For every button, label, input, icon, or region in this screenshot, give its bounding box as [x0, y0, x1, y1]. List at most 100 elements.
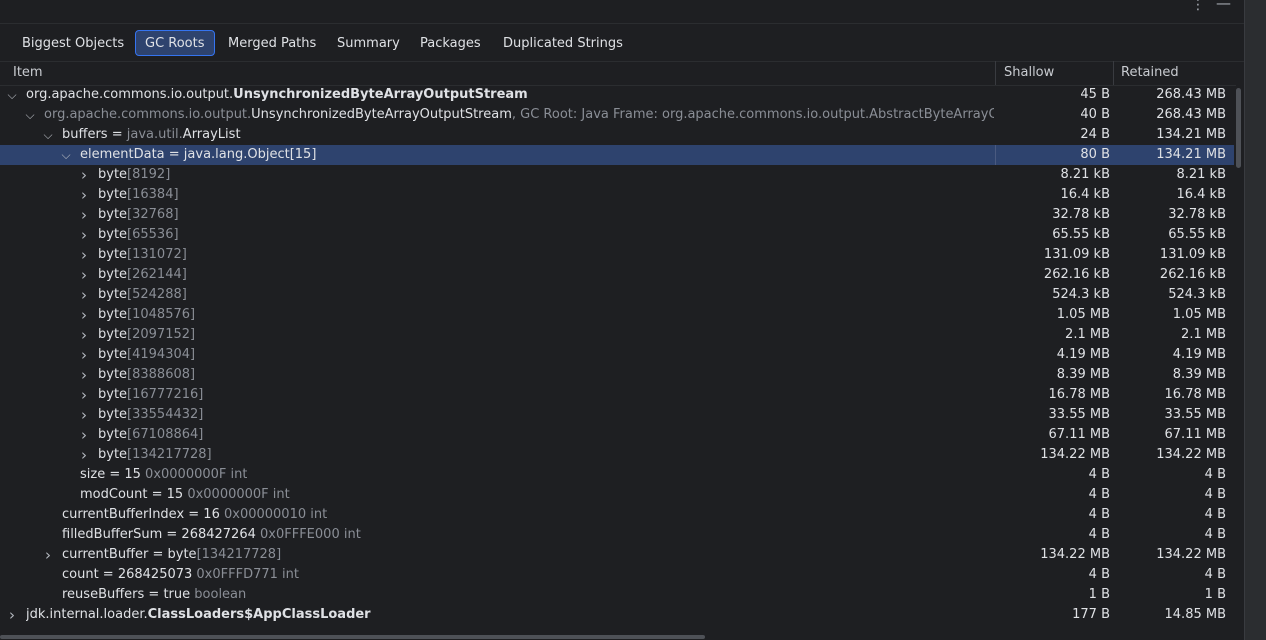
tab-duplicated-strings[interactable]: Duplicated Strings — [493, 30, 633, 56]
tree-row[interactable]: ⌵ org.apache.commons.io.output.Unsynchron… — [0, 105, 1234, 125]
row-label-part: [2097152] — [127, 327, 196, 342]
column-header-item[interactable]: Item — [13, 61, 43, 85]
retained-size: 4.19 MB — [1172, 347, 1226, 362]
column-divider[interactable] — [995, 61, 996, 85]
retained-size: 16.78 MB — [1164, 387, 1226, 402]
chevron-right-icon[interactable]: › — [78, 405, 90, 425]
row-label-part: jdk.internal.loader. — [26, 607, 148, 622]
chevron-right-icon[interactable]: › — [78, 385, 90, 405]
tree-row[interactable]: reuseBuffers = true boolean 1 B 1 B — [0, 585, 1234, 605]
tree-row[interactable]: › byte[1048576] 1.05 MB 1.05 MB — [0, 305, 1234, 325]
chevron-right-icon[interactable]: › — [78, 245, 90, 265]
tree-row[interactable]: currentBufferIndex = 16 0x00000010 int 4 … — [0, 505, 1234, 525]
row-label-part: count = 268425073 — [62, 567, 197, 582]
retained-size: 2.1 MB — [1181, 327, 1226, 342]
tree-row[interactable]: › currentBuffer = byte[134217728] 134.22 M… — [0, 545, 1234, 565]
tree-row[interactable]: count = 268425073 0x0FFFD771 int 4 B 4 B — [0, 565, 1234, 585]
tree-row[interactable]: › byte[8192] 8.21 kB 8.21 kB — [0, 165, 1234, 185]
row-label: byte[16777216] — [98, 385, 203, 405]
tree-row[interactable]: › byte[65536] 65.55 kB 65.55 kB — [0, 225, 1234, 245]
chevron-right-icon[interactable]: › — [78, 365, 90, 385]
tab-gc-roots[interactable]: GC Roots — [135, 30, 215, 56]
row-label-part: [134217728] — [127, 447, 212, 462]
row-label-part: byte — [98, 247, 128, 262]
tree-row[interactable]: › byte[67108864] 67.11 MB 67.11 MB — [0, 425, 1234, 445]
chevron-right-icon[interactable]: › — [6, 605, 18, 625]
tree-row[interactable]: › byte[8388608] 8.39 MB 8.39 MB — [0, 365, 1234, 385]
chevron-right-icon[interactable]: › — [78, 325, 90, 345]
column-divider[interactable] — [1113, 61, 1114, 85]
tab-merged-paths[interactable]: Merged Paths — [218, 30, 326, 56]
vertical-scrollbar[interactable] — [1236, 88, 1241, 168]
chevron-down-icon[interactable]: ⌵ — [24, 105, 36, 125]
more-options-icon[interactable]: ⋮ — [1191, 0, 1205, 13]
column-header-shallow[interactable]: Shallow — [1004, 61, 1054, 85]
chevron-right-icon[interactable]: › — [78, 165, 90, 185]
row-label-part: boolean — [194, 587, 247, 602]
tree-row[interactable]: › byte[134217728] 134.22 MB 134.22 MB — [0, 445, 1234, 465]
right-tool-strip — [1244, 0, 1266, 640]
chevron-right-icon[interactable]: › — [78, 305, 90, 325]
object-tree-table: ⌵ org.apache.commons.io.output.Unsynchron… — [0, 85, 1234, 640]
tree-row[interactable]: › byte[4194304] 4.19 MB 4.19 MB — [0, 345, 1234, 365]
tree-row[interactable]: › byte[131072] 131.09 kB 131.09 kB — [0, 245, 1234, 265]
shallow-size: 177 B — [1072, 607, 1110, 622]
retained-size: 262.16 kB — [1159, 267, 1226, 282]
row-label: byte[524288] — [98, 285, 187, 305]
row-label: byte[33554432] — [98, 405, 203, 425]
tab-packages[interactable]: Packages — [410, 30, 491, 56]
row-label: byte[2097152] — [98, 325, 195, 345]
tree-row[interactable]: ⌵ org.apache.commons.io.output.Unsynchron… — [0, 85, 1234, 105]
tree-row[interactable]: size = 15 0x0000000F int 4 B 4 B — [0, 465, 1234, 485]
row-label: elementData = java.lang.Object[15] — [80, 145, 316, 165]
chevron-right-icon[interactable]: › — [78, 445, 90, 465]
row-label-part: byte — [98, 287, 128, 302]
row-label: currentBuffer = byte[134217728] — [62, 545, 281, 565]
row-label-part: [1048576] — [127, 307, 196, 322]
column-header-retained[interactable]: Retained — [1121, 61, 1179, 85]
row-label-part: [131072] — [127, 247, 187, 262]
tree-row[interactable]: › jdk.internal.loader.ClassLoaders$AppCla… — [0, 605, 1234, 625]
retained-size: 134.21 MB — [1156, 147, 1226, 162]
chevron-down-icon[interactable]: ⌵ — [42, 125, 54, 145]
chevron-right-icon[interactable]: › — [42, 545, 54, 565]
row-label-part: modCount = 15 — [80, 487, 188, 502]
chevron-right-icon[interactable]: › — [78, 265, 90, 285]
tab-summary[interactable]: Summary — [327, 30, 410, 56]
retained-size: 268.43 MB — [1156, 107, 1226, 122]
chevron-right-icon[interactable]: › — [78, 345, 90, 365]
tree-row[interactable]: › byte[2097152] 2.1 MB 2.1 MB — [0, 325, 1234, 345]
row-label-part: [524288] — [127, 287, 187, 302]
chevron-right-icon[interactable]: › — [78, 425, 90, 445]
row-label-part: byte — [98, 327, 128, 342]
row-label-part: 0x00000010 int — [223, 507, 328, 522]
tree-row[interactable]: › byte[16384] 16.4 kB 16.4 kB — [0, 185, 1234, 205]
horizontal-scrollbar[interactable] — [0, 635, 705, 639]
chevron-right-icon[interactable]: › — [78, 205, 90, 225]
tree-row[interactable]: ⌵ buffers = java.util.ArrayList 24 B 134.21… — [0, 125, 1234, 145]
chevron-down-icon[interactable]: ⌵ — [60, 145, 72, 165]
minimize-icon[interactable]: — — [1216, 0, 1231, 12]
chevron-right-icon[interactable]: › — [78, 285, 90, 305]
chevron-right-icon[interactable]: › — [78, 225, 90, 245]
retained-size: 33.55 MB — [1164, 407, 1226, 422]
chevron-down-icon[interactable]: ⌵ — [6, 85, 18, 105]
tree-row[interactable]: › byte[262144] 262.16 kB 262.16 kB — [0, 265, 1234, 285]
row-label-part: [32768] — [127, 207, 179, 222]
row-label-part: [16777216] — [127, 387, 204, 402]
tree-row[interactable]: filledBufferSum = 268427264 0x0FFFE000 i… — [0, 525, 1234, 545]
shallow-size: 33.55 MB — [1048, 407, 1110, 422]
row-label-part: byte — [98, 367, 128, 382]
tree-row[interactable]: ⌵ elementData = java.lang.Object[15] 80 B 1… — [0, 145, 1234, 165]
retained-size: 268.43 MB — [1156, 87, 1226, 102]
tree-row[interactable]: › byte[16777216] 16.78 MB 16.78 MB — [0, 385, 1234, 405]
tree-row[interactable]: modCount = 15 0x0000000F int 4 B 4 B — [0, 485, 1234, 505]
row-label: byte[262144] — [98, 265, 187, 285]
analysis-tabs: Biggest Objects GC Roots Merged Paths Su… — [0, 24, 1244, 62]
tree-row[interactable]: › byte[524288] 524.3 kB 524.3 kB — [0, 285, 1234, 305]
chevron-right-icon[interactable]: › — [78, 185, 90, 205]
tree-row[interactable]: › byte[33554432] 33.55 MB 33.55 MB — [0, 405, 1234, 425]
row-label-part: [33554432] — [127, 407, 204, 422]
tree-row[interactable]: › byte[32768] 32.78 kB 32.78 kB — [0, 205, 1234, 225]
tab-biggest-objects[interactable]: Biggest Objects — [12, 30, 134, 56]
